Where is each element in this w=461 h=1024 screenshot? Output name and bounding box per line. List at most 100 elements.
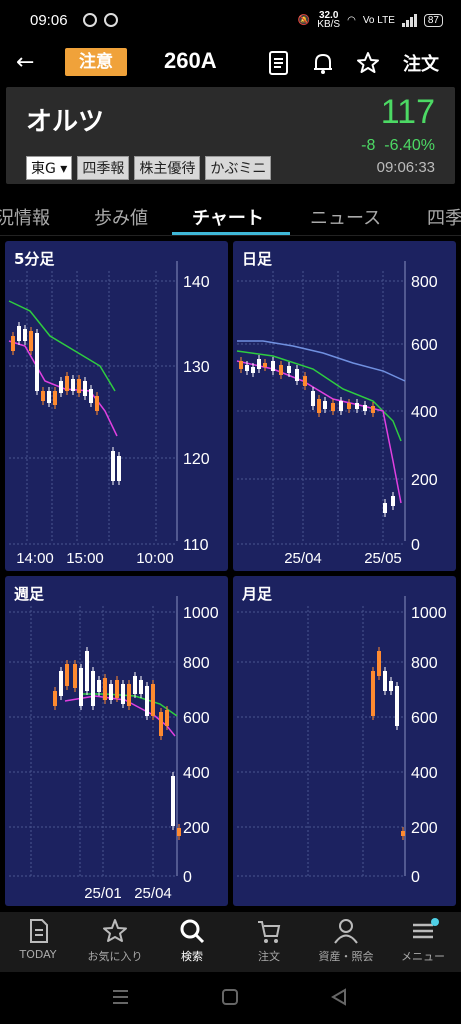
candle-body bbox=[395, 686, 399, 726]
chart-daily-plot: 800 600 400 200 0 25/04 25/05 bbox=[236, 261, 438, 567]
candle-body bbox=[91, 671, 95, 706]
candle-body bbox=[295, 369, 299, 381]
tab-ticks[interactable]: 歩み値 bbox=[94, 204, 148, 230]
home-icon[interactable] bbox=[222, 989, 238, 1005]
shikiho-tag[interactable]: 四季報 bbox=[77, 156, 130, 180]
lte-indicator: Vo LTE bbox=[362, 14, 395, 26]
y-tick-label: 1000 bbox=[183, 605, 219, 622]
x-tick-label: 15:00 bbox=[66, 550, 104, 567]
x-tick-label: 25/04 bbox=[134, 885, 172, 902]
nav-order[interactable]: 注文 bbox=[231, 916, 307, 964]
tab-shikiho[interactable]: 四季 bbox=[427, 204, 461, 230]
y-tick-label: 200 bbox=[411, 820, 438, 837]
price-change: -8 -6.40% bbox=[361, 137, 435, 154]
candle-body bbox=[339, 401, 343, 411]
candle-body bbox=[145, 686, 149, 716]
system-nav bbox=[0, 972, 461, 1024]
recent-apps-icon[interactable] bbox=[113, 990, 128, 1004]
chart-weekly[interactable]: 1000 800 600 400 200 0 25/01 25/04 週足 bbox=[5, 576, 228, 906]
bell-icon[interactable] bbox=[310, 50, 336, 76]
y-tick-label: 600 bbox=[183, 710, 210, 727]
stock-name: オルツ bbox=[26, 107, 105, 137]
chart-5min-plot: 140 130 120 110 14:00 15:00 10:00 bbox=[8, 261, 210, 567]
benefit-tag[interactable]: 株主優待 bbox=[134, 156, 201, 180]
nav-menu[interactable]: メニュー bbox=[385, 916, 461, 964]
candle-body bbox=[323, 401, 327, 409]
x-tick-label: 14:00 bbox=[16, 550, 54, 567]
candle-body bbox=[115, 680, 119, 698]
candle-body bbox=[287, 366, 291, 373]
star-icon[interactable] bbox=[355, 50, 381, 76]
candle-body bbox=[317, 399, 321, 413]
candle-body bbox=[35, 333, 39, 391]
wifi-icon: ◠ bbox=[347, 14, 356, 26]
notification-dot bbox=[431, 918, 439, 926]
y-tick-label: 0 bbox=[411, 537, 420, 554]
candle-body bbox=[47, 391, 51, 403]
quote-time: 09:06:33 bbox=[376, 159, 435, 176]
nav-assets[interactable]: 資産・照会 bbox=[308, 916, 384, 964]
y-tick-label: 200 bbox=[411, 472, 438, 489]
y-tick-label: 130 bbox=[183, 359, 210, 376]
y-tick-label: 110 bbox=[183, 537, 209, 554]
candle-body bbox=[177, 828, 181, 836]
stock-code: 260A bbox=[164, 48, 217, 73]
candle-body bbox=[401, 831, 405, 836]
y-tick-label: 800 bbox=[183, 655, 210, 672]
y-tick-label: 400 bbox=[411, 765, 438, 782]
y-tick-label: 600 bbox=[411, 337, 438, 354]
candle-body bbox=[159, 712, 163, 736]
nav-bar: ← 注意 260A 注文 bbox=[0, 42, 461, 84]
y-tick-label: 0 bbox=[411, 869, 420, 886]
chart-monthly-plot: 1000 800 600 400 200 0 bbox=[237, 596, 447, 886]
check-icon bbox=[104, 13, 118, 27]
tab-overview[interactable]: 況情報 bbox=[0, 204, 50, 230]
candle-body bbox=[363, 405, 367, 411]
candle-body bbox=[59, 671, 63, 696]
candle-body bbox=[89, 389, 93, 403]
candle-body bbox=[65, 376, 69, 391]
candle-body bbox=[117, 456, 121, 481]
candle-body bbox=[83, 381, 87, 396]
nav-today[interactable]: TODAY bbox=[0, 916, 76, 961]
status-time: 09:06 bbox=[30, 12, 68, 29]
candle-body bbox=[133, 676, 137, 694]
candle-body bbox=[355, 403, 359, 409]
tab-chart[interactable]: チャート bbox=[192, 204, 264, 230]
chart-title: 週足 bbox=[14, 585, 45, 603]
back-icon[interactable] bbox=[331, 988, 346, 1006]
candle-body bbox=[263, 363, 267, 367]
status-indicators: 🔕 32.0 KB/S ◠ Vo LTE 87 bbox=[297, 11, 443, 30]
tab-news[interactable]: ニュース bbox=[310, 204, 381, 230]
y-tick-label: 400 bbox=[411, 404, 438, 421]
chart-monthly[interactable]: 1000 800 600 400 200 0 月足 bbox=[233, 576, 456, 906]
nav-search[interactable]: 検索 bbox=[154, 916, 230, 964]
market-select[interactable]: 東G ▾ bbox=[26, 156, 73, 180]
candle-body bbox=[151, 684, 155, 716]
candle-body bbox=[303, 376, 307, 386]
order-button[interactable]: 注文 bbox=[403, 50, 439, 76]
document-icon bbox=[30, 919, 48, 943]
mute-icon: 🔕 bbox=[297, 14, 311, 26]
candle-body bbox=[165, 710, 169, 726]
tab-bar: 況情報 歩み値 チャート ニュース 四季 bbox=[0, 190, 461, 236]
candle-body bbox=[17, 326, 21, 341]
x-tick-label: 25/04 bbox=[284, 550, 322, 567]
candle-body bbox=[171, 776, 175, 826]
bottom-nav: TODAY お気に入り 検索 注文 資産・照会 メニュー bbox=[0, 912, 461, 972]
candle-body bbox=[95, 396, 99, 411]
nav-favorites[interactable]: お気に入り bbox=[77, 916, 153, 964]
candle-body bbox=[85, 651, 89, 691]
y-tick-label: 800 bbox=[411, 274, 438, 291]
quote-panel: オルツ 117 -8 -6.40% 09:06:33 東G ▾ 四季報 株主優待… bbox=[6, 87, 455, 184]
document-icon[interactable] bbox=[266, 50, 292, 76]
chart-5min[interactable]: 140 130 120 110 14:00 15:00 10:00 5分足 bbox=[5, 241, 228, 571]
candle-body bbox=[53, 691, 57, 706]
chart-daily[interactable]: 800 600 400 200 0 25/04 25/05 日足 bbox=[233, 241, 456, 571]
candle-body bbox=[383, 503, 387, 513]
caution-badge[interactable]: 注意 bbox=[65, 48, 127, 76]
back-arrow-icon[interactable]: ← bbox=[16, 50, 34, 75]
kabumini-tag[interactable]: かぶミニ bbox=[205, 156, 272, 180]
candle-body bbox=[271, 361, 275, 371]
candle-body bbox=[371, 671, 375, 716]
